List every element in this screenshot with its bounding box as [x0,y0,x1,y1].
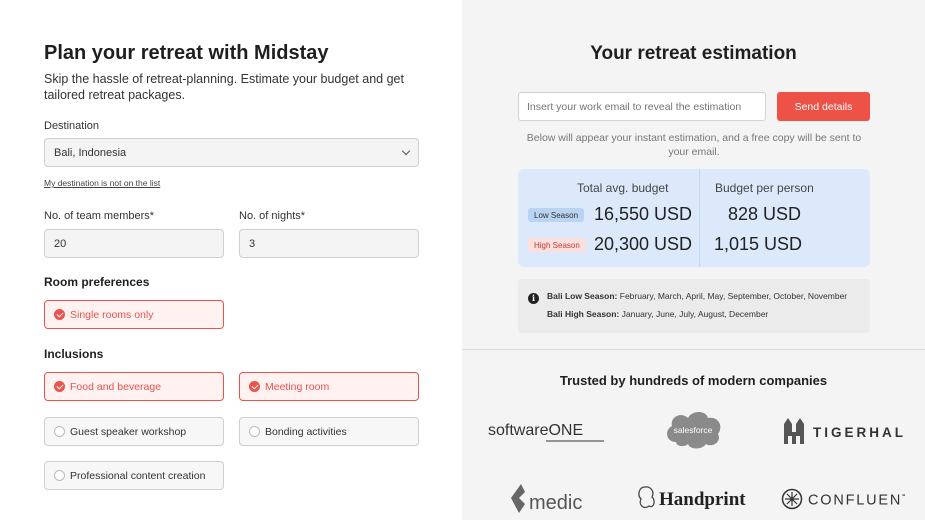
nights-input[interactable]: 3 [239,229,419,258]
estimation-panel: Your retreat estimation Send details Bel… [462,0,925,520]
confluent-logo: CONFLUENT [781,487,905,511]
option-meeting-room[interactable]: Meeting room [239,372,419,401]
send-details-button[interactable]: Send details [777,92,870,121]
low-season-months: February, March, April, May, September, … [619,291,848,301]
handprint-logo-text: Handprint [659,489,746,510]
page-title: Plan your retreat with Midstay [44,42,329,64]
medic-logo: medic [509,480,587,516]
nights-label: No. of nights* [239,210,306,222]
option-label: Meeting room [265,380,330,393]
low-season-badge: Low Season [528,208,585,222]
high-season-badge: High Season [528,238,586,252]
members-label: No. of team members* [44,210,155,222]
retreat-form-panel: Plan your retreat with Midstay Skip the … [0,0,462,520]
tigerhall-logo: TIGERHALL [781,412,905,446]
high-total-value: 20,300 USD [594,234,693,254]
option-food-beverage[interactable]: Food and beverage [44,372,224,401]
high-season-row: Bali High Season: January, June, July, A… [547,309,768,319]
handprint-logo: Handprint [636,484,756,512]
option-guest-speaker[interactable]: Guest speaker workshop [44,417,224,446]
destination-value: Bali, Indonesia [54,146,127,159]
radio-empty-icon [54,470,65,481]
season-info-box: i Bali Low Season: February, March, Apri… [518,279,870,333]
tigerhall-logo-text: TIGERHALL [813,425,905,440]
high-season-months: January, June, July, August, December [621,309,769,319]
destination-label: Destination [44,120,100,132]
chevron-down-icon [401,146,411,156]
low-season-label: Bali Low Season: [547,291,618,301]
high-season-label: Bali High Season: [547,309,620,319]
radio-empty-icon [249,426,260,437]
high-person-value: 1,015 USD [714,234,803,254]
per-person-header: Budget per person [715,181,814,195]
work-email-input[interactable] [518,92,766,121]
radio-empty-icon [54,426,65,437]
estimation-title: Your retreat estimation [590,43,797,64]
check-circle-icon [54,309,65,320]
salesforce-logo: salesforce [662,406,726,450]
destination-select[interactable]: Bali, Indonesia [44,138,419,167]
page-subtitle: Skip the hassle of retreat-planning. Est… [44,72,404,102]
section-divider [462,349,925,350]
softwareone-logo: softwareONE [488,416,606,442]
room-preferences-title: Room preferences [44,275,150,289]
salesforce-logo-text: salesforce [674,425,713,435]
low-total-value: 16,550 USD [594,204,693,224]
low-season-row: Bali Low Season: February, March, April,… [547,291,847,301]
medic-logo-text: medic [529,492,582,514]
members-value: 20 [54,237,67,250]
option-label: Guest speaker workshop [70,425,187,438]
option-label: Food and beverage [70,380,162,393]
estimation-card: Total avg. budget Budget per person Low … [518,169,870,267]
check-circle-icon [54,381,65,392]
confluent-logo-text: CONFLUENT [808,493,905,509]
total-budget-header: Total avg. budget [577,181,669,195]
option-content-creation[interactable]: Professional content creation [44,461,224,490]
card-divider [699,169,700,267]
option-bonding-activities[interactable]: Bonding activities [239,417,419,446]
option-label: Professional content creation [70,469,206,482]
info-icon: i [528,293,539,304]
trusted-title: Trusted by hundreds of modern companies [559,373,828,388]
members-input[interactable]: 20 [44,229,224,258]
low-person-value: 828 USD [728,204,802,224]
inclusions-title: Inclusions [44,347,104,361]
destination-not-listed-link[interactable]: My destination is not on the list [44,178,160,188]
estimation-note: Below will appear your instant estimatio… [526,132,862,158]
option-label: Single rooms only [70,308,154,321]
check-circle-icon [249,381,260,392]
softwareone-logo-text: softwareONE [488,422,583,439]
nights-value: 3 [249,237,256,250]
option-single-rooms[interactable]: Single rooms only [44,300,224,329]
option-label: Bonding activities [265,425,347,438]
